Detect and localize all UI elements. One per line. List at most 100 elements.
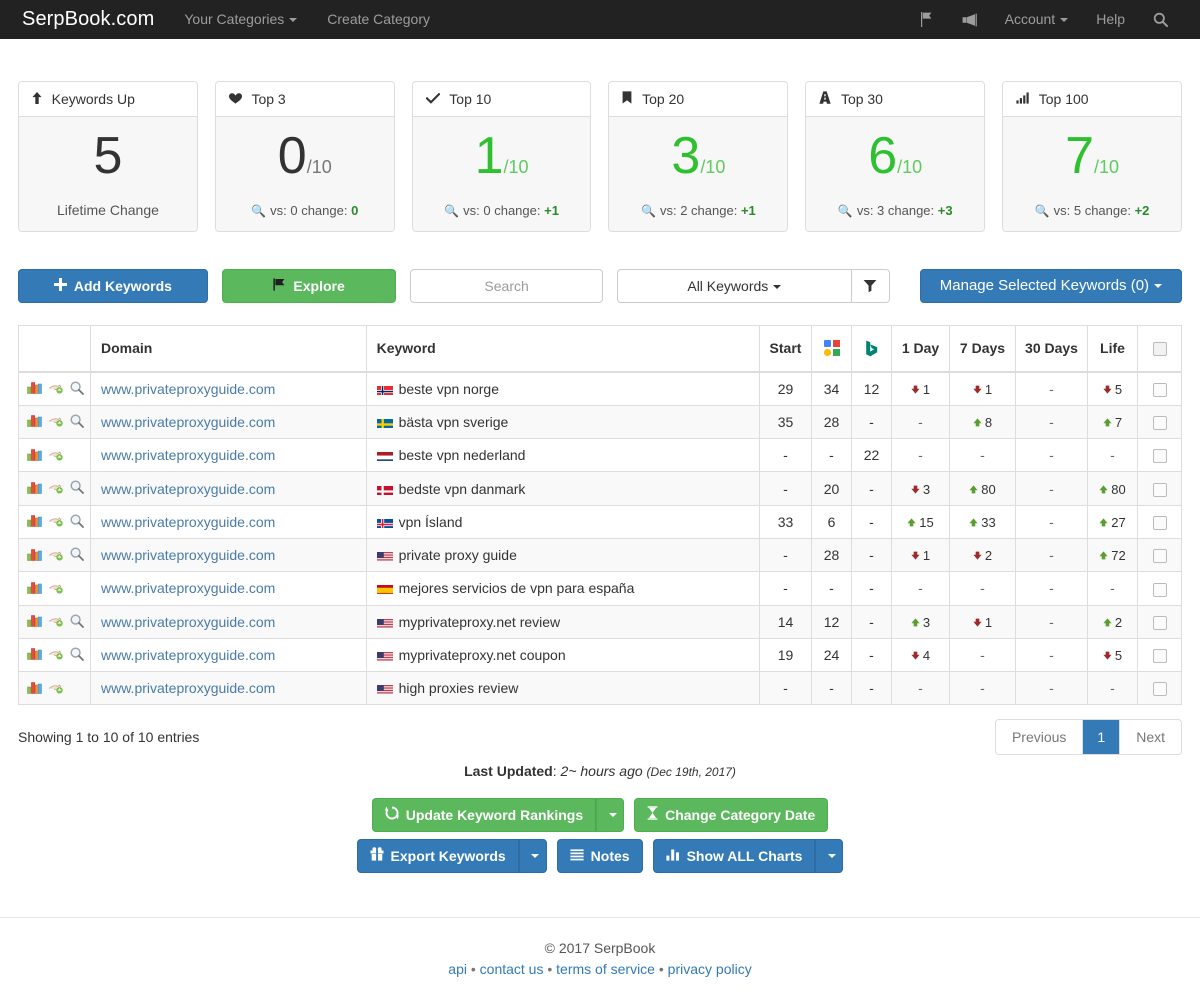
magnifier-icon[interactable] [70,514,84,531]
domain-link[interactable]: www.privateproxyguide.com [101,580,275,596]
header-30-days[interactable]: 30 Days [1015,325,1088,373]
row-checkbox[interactable] [1152,682,1167,697]
row-checkbox[interactable] [1152,649,1167,664]
stat-card-top-20[interactable]: Top 20 3/10 🔍 vs: 2 change: +1 [608,81,789,232]
brand-logo[interactable]: SerpBook.com [0,0,169,39]
header-7-days[interactable]: 7 Days [949,325,1016,373]
hand-add-icon[interactable] [48,481,64,497]
header-1-day[interactable]: 1 Day [891,325,950,373]
row-select-cell[interactable] [1137,505,1182,539]
chart-icon[interactable] [27,548,42,564]
hand-add-icon[interactable] [48,414,64,430]
header-start[interactable]: Start [759,325,812,373]
hand-add-icon[interactable] [48,448,64,464]
chart-icon[interactable] [27,381,42,397]
row-select-cell[interactable] [1137,438,1182,473]
domain-link[interactable]: www.privateproxyguide.com [101,381,275,397]
table-row[interactable]: www.privateproxyguide.com private proxy g… [18,538,1182,573]
chart-icon[interactable] [27,614,42,630]
table-row[interactable]: www.privateproxyguide.com bästa vpn sveri… [18,405,1182,440]
row-checkbox[interactable] [1152,582,1167,597]
header-domain[interactable]: Domain [90,325,367,373]
hand-add-icon[interactable] [48,647,64,663]
row-select-cell[interactable] [1137,671,1182,705]
update-keyword-rankings-button[interactable]: Update Keyword Rankings [371,798,597,833]
pagination-page-1[interactable]: 1 [1083,720,1121,755]
domain-link[interactable]: www.privateproxyguide.com [101,614,275,630]
chart-icon[interactable] [27,481,42,497]
magnifier-icon[interactable] [70,547,84,564]
magnifier-icon[interactable] [70,380,84,398]
hand-add-icon[interactable] [48,681,64,697]
domain-link[interactable]: www.privateproxyguide.com [101,481,275,497]
chart-icon[interactable] [27,448,42,464]
chart-icon[interactable] [27,581,42,597]
magnifier-icon[interactable] [70,647,84,664]
header-select-all[interactable] [1137,325,1182,373]
table-row[interactable]: www.privateproxyguide.com myprivateproxy.… [18,605,1182,639]
row-checkbox[interactable] [1152,615,1167,630]
domain-link[interactable]: www.privateproxyguide.com [101,514,275,530]
all-keywords-dropdown[interactable]: All Keywords [616,269,852,303]
table-row[interactable]: www.privateproxyguide.com beste vpn norge… [18,371,1182,406]
funnel-icon[interactable] [851,269,890,303]
stat-card-top-3[interactable]: Top 3 0/10 🔍 vs: 0 change: 0 [214,81,395,232]
hand-add-icon[interactable] [48,514,64,530]
show-all-charts-button[interactable]: Show ALL Charts [652,839,816,874]
row-checkbox[interactable] [1152,549,1167,564]
domain-link[interactable]: www.privateproxyguide.com [101,547,275,563]
notes-button[interactable]: Notes [556,839,643,874]
manage-selected-keywords-button[interactable]: Manage Selected Keywords (0) [919,269,1182,303]
row-select-cell[interactable] [1137,638,1182,673]
header-bing[interactable] [851,325,892,373]
row-select-cell[interactable] [1137,371,1182,406]
hand-add-icon[interactable] [48,381,64,397]
table-row[interactable]: www.privateproxyguide.com beste vpn neder… [18,438,1182,473]
magnifier-icon[interactable] [70,480,84,497]
row-checkbox[interactable] [1152,416,1167,431]
domain-link[interactable]: www.privateproxyguide.com [101,680,275,696]
chart-icon[interactable] [27,647,42,663]
row-select-cell[interactable] [1137,538,1182,573]
magnifier-icon[interactable] [70,414,84,431]
chart-icon[interactable] [27,514,42,530]
flag-icon[interactable] [906,12,947,27]
domain-link[interactable]: www.privateproxyguide.com [101,447,275,463]
table-row[interactable]: www.privateproxyguide.com high proxies re… [18,671,1182,705]
row-select-cell[interactable] [1137,405,1182,440]
row-select-cell[interactable] [1137,471,1182,506]
hand-add-icon[interactable] [48,581,64,597]
show-all-charts-dropdown-toggle[interactable] [815,839,844,874]
select-all-checkbox[interactable] [1152,342,1167,357]
hand-add-icon[interactable] [48,614,64,630]
table-row[interactable]: www.privateproxyguide.com mejores servici… [18,571,1182,606]
megaphone-icon[interactable] [947,13,991,27]
stat-card-top-10[interactable]: Top 10 1/10 🔍 vs: 0 change: +1 [411,81,592,232]
add-keywords-button[interactable]: Add Keywords [18,269,208,303]
nav-your-categories[interactable]: Your Categories [169,0,312,39]
stat-card-top-30[interactable]: Top 30 6/10 🔍 vs: 3 change: +3 [805,81,986,232]
chart-icon[interactable] [27,681,42,697]
pagination-next[interactable]: Next [1120,720,1181,755]
magnifier-icon[interactable] [70,614,84,631]
row-checkbox[interactable] [1152,482,1167,497]
table-row[interactable]: www.privateproxyguide.com bedste vpn danm… [18,471,1182,506]
header-google[interactable] [811,325,852,373]
nav-help[interactable]: Help [1082,0,1139,39]
footer-link-privacy-policy[interactable]: privacy policy [668,961,752,977]
row-checkbox[interactable] [1152,449,1167,464]
domain-link[interactable]: www.privateproxyguide.com [101,647,275,663]
footer-link-terms-of-service[interactable]: terms of service [556,961,655,977]
row-checkbox[interactable] [1152,382,1167,397]
table-row[interactable]: www.privateproxyguide.com vpn Ísland 33 6 - 1… [18,505,1182,539]
table-row[interactable]: www.privateproxyguide.com myprivateproxy.… [18,638,1182,673]
header-keyword[interactable]: Keyword [366,325,761,373]
pagination-previous[interactable]: Previous [995,720,1084,755]
export-keywords-button[interactable]: Export Keywords [356,839,519,874]
row-select-cell[interactable] [1137,571,1182,606]
row-select-cell[interactable] [1137,605,1182,639]
hand-add-icon[interactable] [48,548,64,564]
row-checkbox[interactable] [1152,515,1167,530]
change-category-date-button[interactable]: Change Category Date [634,798,829,833]
search-icon[interactable] [1139,12,1182,27]
